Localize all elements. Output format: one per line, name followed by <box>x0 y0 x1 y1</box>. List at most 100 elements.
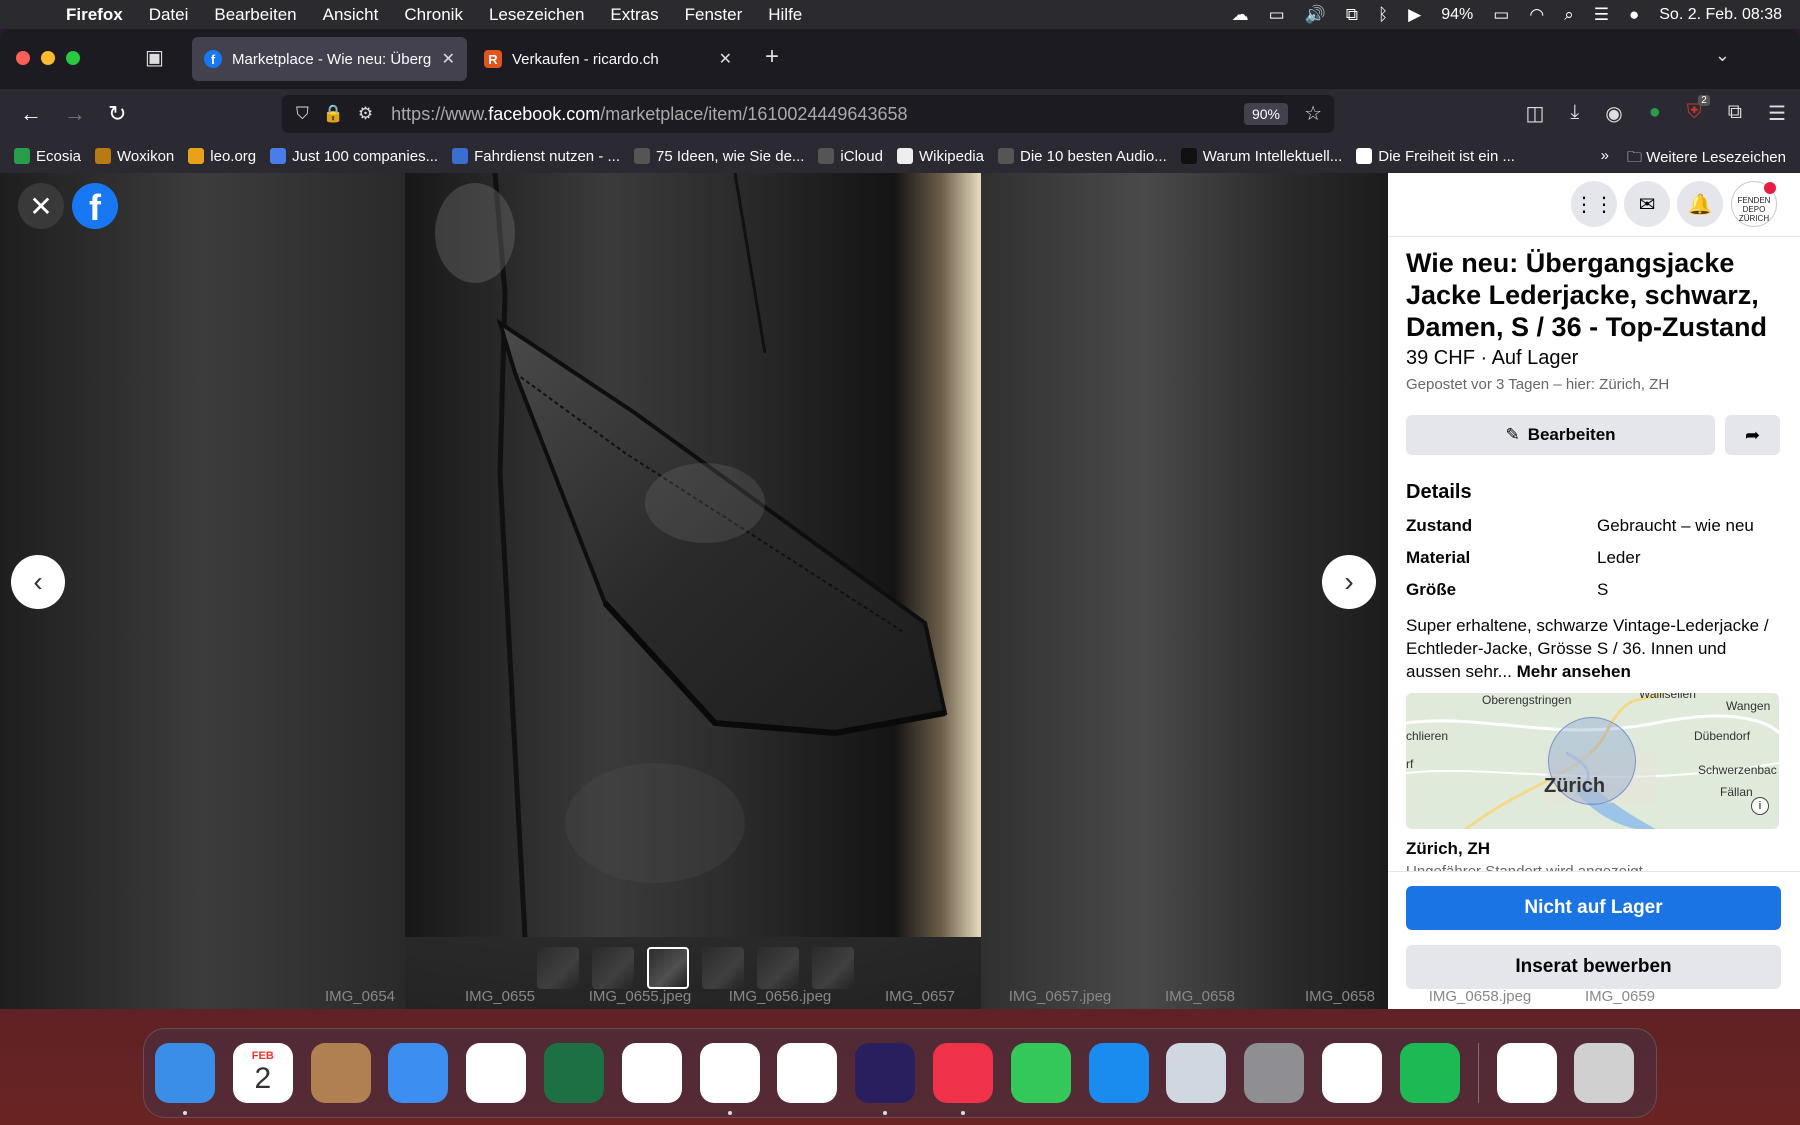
menu-item-hilfe[interactable]: Hilfe <box>768 5 802 25</box>
volume-icon[interactable]: 🔊 <box>1305 5 1326 25</box>
out-of-stock-button[interactable]: Nicht auf Lager <box>1406 886 1781 930</box>
notifications-bell-icon[interactable]: 🔔 <box>1677 181 1723 227</box>
finder-file-name[interactable]: IMG_0658 <box>1130 988 1270 1008</box>
dock-music-icon[interactable] <box>932 1043 993 1115</box>
tab-close-icon[interactable]: ✕ <box>719 49 732 69</box>
menu-item-lesezeichen[interactable]: Lesezeichen <box>489 5 584 25</box>
menu-item-chronik[interactable]: Chronik <box>404 5 463 25</box>
see-more-link[interactable]: Mehr ansehen <box>1517 662 1631 681</box>
finder-file-name[interactable]: IMG_0654 <box>290 988 430 1008</box>
zoom-level[interactable]: 90% <box>1243 103 1288 125</box>
edit-button[interactable]: ✎ Bearbeiten <box>1406 415 1715 455</box>
tab-marketplace[interactable]: f Marketplace - Wie neu: Übergar ✕ <box>192 37 467 81</box>
tab-ricardo[interactable]: R Verkaufen - ricardo.ch ✕ <box>472 37 744 81</box>
dock-photos-icon[interactable] <box>777 1043 838 1103</box>
photo-thumbnail-selected[interactable] <box>647 947 689 989</box>
screen-mirroring-icon[interactable]: ⧉ <box>1346 5 1358 25</box>
bookmark-star-icon[interactable]: ☆ <box>1304 101 1322 126</box>
dock-messenger-icon[interactable] <box>1321 1043 1382 1103</box>
map-info-icon[interactable]: i <box>1751 797 1769 815</box>
dock-app-store-icon[interactable] <box>1088 1043 1149 1103</box>
siri-icon[interactable]: ● <box>1629 5 1639 25</box>
wifi-icon[interactable]: ◠ <box>1529 5 1544 25</box>
battery-icon[interactable]: ▭ <box>1493 5 1509 25</box>
dock-preview-icon[interactable] <box>1166 1043 1227 1103</box>
bookmark-item[interactable]: Just 100 companies... <box>270 148 438 165</box>
reload-icon[interactable]: ↻ <box>108 101 126 127</box>
menu-grid-icon[interactable]: ⋮⋮ <box>1571 181 1617 227</box>
dock-word-icon[interactable] <box>699 1043 760 1115</box>
dock-mail-icon[interactable] <box>388 1043 449 1103</box>
menu-item-ansicht[interactable]: Ansicht <box>323 5 379 25</box>
dock-contacts-icon[interactable] <box>310 1043 371 1103</box>
lock-icon[interactable]: 🔒 <box>323 104 344 124</box>
menu-app-name[interactable]: Firefox <box>66 5 123 25</box>
new-tab-icon[interactable]: + <box>765 43 779 71</box>
forward-icon[interactable]: → <box>64 101 86 127</box>
permissions-icon[interactable]: ⚙ <box>358 104 373 124</box>
bluetooth-icon[interactable]: ᛒ <box>1378 5 1388 25</box>
bookmark-item[interactable]: iCloud <box>818 148 883 165</box>
account-icon[interactable]: ◉ <box>1605 101 1622 126</box>
play-icon[interactable]: ▶ <box>1408 5 1421 25</box>
dock-reminders-icon[interactable] <box>621 1043 682 1103</box>
bookmark-item[interactable]: leo.org <box>188 148 256 165</box>
messenger-icon[interactable]: ✉ <box>1624 181 1670 227</box>
bookmark-item[interactable]: Wikipedia <box>896 148 984 165</box>
menu-item-extras[interactable]: Extras <box>610 5 658 25</box>
facebook-logo-icon[interactable]: f <box>72 183 118 229</box>
pocket-icon[interactable]: ◫ <box>1525 101 1544 126</box>
other-bookmarks[interactable]: 🗀 Weitere Lesezeichen <box>1627 147 1786 172</box>
window-close-button[interactable] <box>16 51 30 65</box>
promote-listing-button[interactable]: Inserat bewerben <box>1406 945 1781 989</box>
bookmarks-overflow-icon[interactable]: » <box>1601 147 1609 172</box>
dock-finder-icon[interactable] <box>155 1043 215 1115</box>
spotlight-search-icon[interactable]: ⌕ <box>1564 5 1574 25</box>
firefox-view-icon[interactable]: ▣ <box>145 45 164 70</box>
dock-safari-icon[interactable] <box>466 1043 527 1103</box>
finder-file-name[interactable]: IMG_0657 <box>850 988 990 1008</box>
bookmark-item[interactable]: Die 10 besten Audio... <box>997 148 1167 165</box>
share-button[interactable]: ➦ <box>1725 415 1780 455</box>
hamburger-menu-icon[interactable]: ☰ <box>1768 101 1786 126</box>
url-bar[interactable]: ⛉ 🔒 ⚙ https://www.facebook.com/marketpla… <box>282 95 1334 133</box>
dock-word-document-icon[interactable] <box>1496 1043 1557 1103</box>
bookmark-item[interactable]: Fahrdienst nutzen - ... <box>452 148 620 165</box>
photo-thumbnail[interactable] <box>812 947 854 989</box>
photo-thumbnail[interactable] <box>537 947 579 989</box>
tab-close-icon[interactable]: ✕ <box>442 49 455 69</box>
downloads-icon[interactable]: ⤓ <box>1570 101 1579 126</box>
finder-file-name[interactable]: IMG_0655.jpeg <box>570 988 710 1008</box>
url-text[interactable]: https://www.facebook.com/marketplace/ite… <box>391 104 907 125</box>
next-photo-button[interactable]: › <box>1322 555 1376 609</box>
close-viewer-button[interactable]: ✕ <box>18 183 64 229</box>
bookmark-item[interactable]: Woxikon <box>95 148 174 165</box>
dock-firefox-icon[interactable] <box>855 1043 916 1115</box>
dock-trash-icon[interactable] <box>1574 1043 1635 1103</box>
dock-system-settings-icon[interactable] <box>1244 1043 1305 1103</box>
finder-file-name[interactable]: IMG_0655 <box>430 988 570 1008</box>
finder-file-name[interactable]: IMG_0656.jpeg <box>710 988 850 1008</box>
photo-thumbnail[interactable] <box>592 947 634 989</box>
bookmark-item[interactable]: 75 Ideen, wie Sie de... <box>633 148 804 165</box>
menu-item-fenster[interactable]: Fenster <box>685 5 743 25</box>
ecosia-extension-icon[interactable]: ● <box>1649 101 1661 126</box>
previous-photo-button[interactable]: ‹ <box>11 555 65 609</box>
dock-messages-icon[interactable] <box>1010 1043 1071 1103</box>
extensions-icon[interactable]: ⧉ <box>1728 101 1742 126</box>
ublock-extension-icon[interactable]: ⛨ 2 <box>1687 95 1710 126</box>
bookmark-item[interactable]: Warum Intellektuell... <box>1180 148 1342 165</box>
finder-file-name[interactable]: IMG_0659 <box>1550 988 1690 1008</box>
avatar[interactable]: FENDEN DEPO ZÜRICH <box>1731 181 1777 227</box>
dock-excel-icon[interactable] <box>543 1043 604 1103</box>
back-icon[interactable]: ← <box>20 101 42 127</box>
list-all-tabs-icon[interactable]: ⌄ <box>1715 45 1730 66</box>
bookmark-item[interactable]: Ecosia <box>14 148 81 165</box>
control-center-icon[interactable]: ☰ <box>1594 5 1609 25</box>
cloud-icon[interactable]: ☁ <box>1232 5 1249 25</box>
window-minimize-button[interactable] <box>41 51 55 65</box>
finder-file-name[interactable]: IMG_0657.jpeg <box>990 988 1130 1008</box>
display-icon[interactable]: ▭ <box>1269 5 1285 25</box>
tracking-shield-icon[interactable]: ⛉ <box>296 104 309 124</box>
window-zoom-button[interactable] <box>66 51 80 65</box>
